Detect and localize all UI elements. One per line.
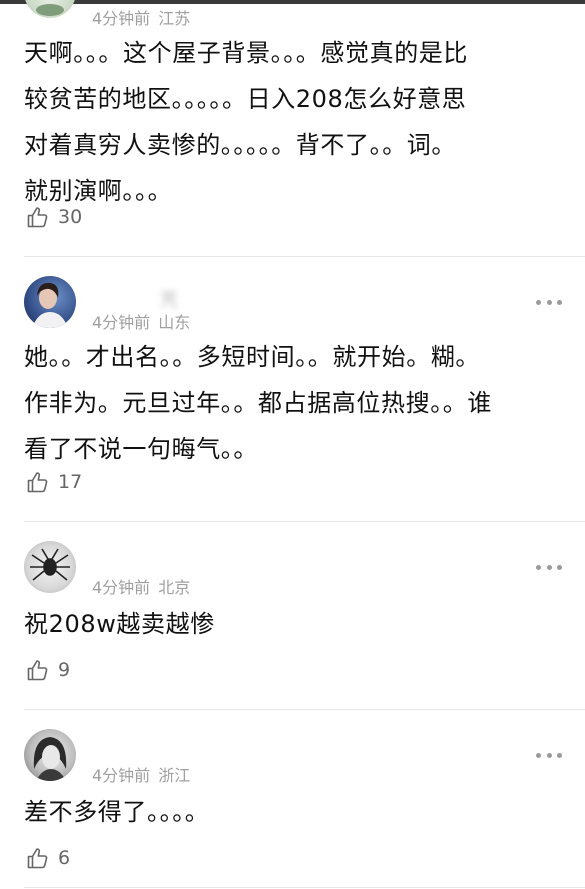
divider xyxy=(24,521,585,522)
avatar[interactable] xyxy=(24,0,76,18)
comment-text-line: 看了不说一句晦气。。 xyxy=(24,435,258,463)
comment-text: 差不多得了。。。。 xyxy=(24,789,564,835)
comment-time: 4分钟前 xyxy=(92,313,151,332)
thumbs-up-icon xyxy=(26,205,50,229)
more-options-icon[interactable] xyxy=(536,563,562,571)
like-button[interactable]: 6 xyxy=(26,845,70,871)
avatar-image xyxy=(32,282,68,328)
avatar[interactable] xyxy=(24,276,76,328)
thumbs-up-icon xyxy=(26,470,50,494)
comment-text-line: 作非为。元旦过年。。都占据高位热搜。。谁 xyxy=(24,389,492,417)
comment-time: 4分钟前 xyxy=(92,578,151,597)
like-count: 30 xyxy=(58,206,83,228)
thumbs-up-icon xyxy=(26,658,50,682)
like-count: 6 xyxy=(58,847,71,869)
comment-text-line: 祝208w越卖越惨 xyxy=(24,610,215,638)
like-count: 17 xyxy=(58,471,83,493)
avatar[interactable] xyxy=(24,541,76,593)
like-button[interactable]: 30 xyxy=(26,204,82,230)
username[interactable]: 苀 xyxy=(160,286,178,311)
avatar-image xyxy=(30,548,70,581)
comment-time: 4分钟前 xyxy=(92,766,151,785)
like-button[interactable]: 9 xyxy=(26,657,70,683)
comment-location: 山东 xyxy=(158,313,191,332)
like-count: 9 xyxy=(58,659,71,681)
comment-text-line: 就别演啊。。。 xyxy=(24,177,173,205)
avatar[interactable] xyxy=(24,729,76,781)
comment-location: 浙江 xyxy=(158,766,191,785)
comment-text: 天啊。。。这个屋子背景。。。感觉真的是比 较贫苦的地区。。。。。日入208怎么好… xyxy=(24,30,564,214)
comment-text: 祝208w越卖越惨 xyxy=(24,601,564,647)
comment-text: 她。。才出名。。多短时间。。就开始。糊。 作非为。元旦过年。。都占据高位热搜。。… xyxy=(24,334,564,472)
comment-meta: 4分钟前 江苏 xyxy=(92,5,190,29)
comment-text-line: 对着真穷人卖惨的。。。。。背不了。。词。 xyxy=(24,131,456,159)
comment-meta: 4分钟前 山东 xyxy=(92,309,190,333)
divider xyxy=(24,887,585,888)
comment-meta: 4分钟前 北京 xyxy=(92,574,190,598)
divider xyxy=(24,709,585,710)
comment-location: 江苏 xyxy=(158,9,191,28)
avatar-image xyxy=(36,4,64,16)
more-options-icon[interactable] xyxy=(536,298,562,306)
comment-text-line: 差不多得了。。。。 xyxy=(24,798,210,826)
like-button[interactable]: 17 xyxy=(26,469,82,495)
avatar-image xyxy=(33,737,67,781)
thumbs-up-icon xyxy=(26,846,50,870)
comment-location: 北京 xyxy=(158,578,191,597)
comment-meta: 4分钟前 浙江 xyxy=(92,762,190,786)
divider xyxy=(24,256,585,257)
username[interactable] xyxy=(90,738,250,760)
comment-text-line: 天啊。。。这个屋子背景。。。感觉真的是比 xyxy=(24,39,468,67)
top-edge-bar xyxy=(0,0,585,4)
comment-time: 4分钟前 xyxy=(92,9,151,28)
more-options-icon[interactable] xyxy=(536,751,562,759)
comment-text-line: 她。。才出名。。多短时间。。就开始。糊。 xyxy=(24,343,480,371)
comment-text-line: 较贫苦的地区。。。。。日入208怎么好意思 xyxy=(24,85,467,113)
